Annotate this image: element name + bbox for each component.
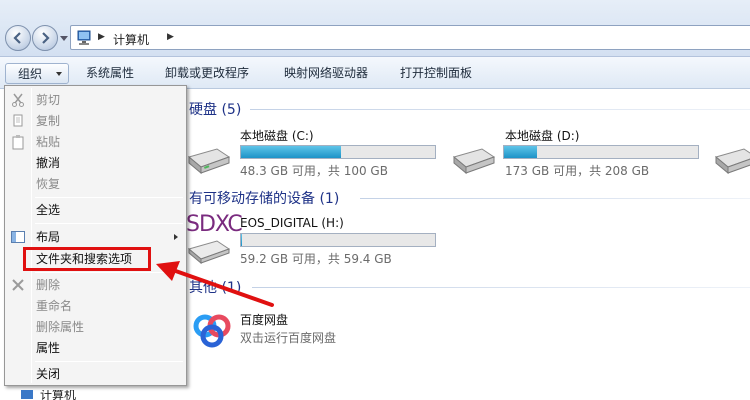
delete-x-icon: [12, 279, 24, 291]
menu-separator: [35, 197, 183, 198]
drive-usage-bar: [503, 145, 699, 159]
drive-usage-fill: [241, 234, 242, 246]
annotation-highlight-box: [23, 247, 151, 271]
breadcrumb-computer[interactable]: 计算机: [113, 31, 149, 48]
system-properties-button[interactable]: 系统属性: [84, 63, 136, 84]
group-header-hdd[interactable]: 硬盘 (5): [189, 99, 241, 119]
menu-item-layout[interactable]: 布局: [5, 227, 186, 247]
drive-usage-bar: [240, 145, 436, 159]
recent-pages-dropdown[interactable]: [60, 36, 68, 42]
group-divider-line: [252, 287, 750, 288]
chevron-down-icon: [56, 72, 62, 76]
menu-item-label: 全选: [36, 203, 61, 217]
menu-item-close[interactable]: 关闭: [5, 364, 186, 384]
organize-button[interactable]: 组织: [5, 63, 69, 84]
drive-usage-bar: [240, 233, 436, 247]
menu-item-label: 删除: [36, 278, 61, 292]
menu-item-label: 剪切: [36, 93, 61, 107]
copy-icon: [13, 114, 23, 127]
group-header-label: 有可移动存储的设备 (1): [189, 191, 340, 207]
hard-drive-icon[interactable]: [712, 145, 750, 175]
group-divider-line: [250, 109, 750, 110]
drive-free-space: 173 GB 可用，共 208 GB: [505, 164, 650, 178]
map-network-drive-button[interactable]: 映射网络驱动器: [282, 63, 370, 84]
layout-icon: [11, 231, 25, 243]
group-divider-line: [360, 198, 750, 199]
menu-item-copy[interactable]: 复制: [5, 111, 186, 131]
nav-tree-computer[interactable]: 计算机: [0, 390, 120, 400]
organize-label: 组织: [18, 67, 43, 81]
annotation-arrow-icon: [156, 261, 274, 307]
drive-name: 本地磁盘 (D:): [505, 129, 580, 143]
menu-item-remove-properties[interactable]: 删除属性: [5, 317, 186, 337]
drive-free-space: 48.3 GB 可用，共 100 GB: [240, 164, 388, 178]
drive-name: EOS_DIGITAL (H:): [240, 216, 344, 230]
nav-tree-label: 计算机: [40, 390, 77, 400]
back-button[interactable]: [5, 25, 31, 51]
address-bar-area: ▶ 计算机 ▶: [0, 0, 750, 57]
menu-item-label: 布局: [36, 230, 61, 244]
menu-item-label: 删除属性: [36, 320, 85, 334]
organize-menu: 剪切 复制 粘贴 撤消 恢复 全选 布局 文件夹和搜索选项 删除 重命名 删除属…: [4, 85, 187, 386]
menu-item-label: 属性: [36, 341, 61, 355]
menu-item-label: 复制: [36, 114, 61, 128]
app-description: 双击运行百度网盘: [240, 331, 337, 345]
uninstall-program-button[interactable]: 卸载或更改程序: [163, 63, 251, 84]
menu-item-undo[interactable]: 撤消: [5, 153, 186, 173]
open-control-panel-button[interactable]: 打开控制面板: [398, 63, 474, 84]
submenu-arrow-icon: [174, 234, 178, 240]
clipboard-icon: [12, 135, 24, 150]
menu-item-redo[interactable]: 恢复: [5, 174, 186, 194]
sdxc-logo: SDXC: [186, 212, 243, 237]
arrow-right-icon: [42, 32, 50, 44]
computer-icon: [21, 390, 33, 399]
drive-name: 本地磁盘 (C:): [240, 129, 314, 143]
breadcrumb-separator[interactable]: ▶: [98, 32, 105, 42]
hard-drive-icon: [452, 148, 496, 175]
scissors-icon: [12, 93, 24, 107]
menu-item-cut[interactable]: 剪切: [5, 90, 186, 110]
menu-item-paste[interactable]: 粘贴: [5, 132, 186, 152]
menu-item-select-all[interactable]: 全选: [5, 200, 186, 220]
drive-usage-fill: [504, 146, 537, 158]
menu-separator: [35, 361, 183, 362]
menu-item-label: 重命名: [36, 299, 73, 313]
hard-drive-icon: [187, 148, 231, 175]
menu-item-label: 粘贴: [36, 135, 61, 149]
menu-item-label: 关闭: [36, 367, 61, 381]
breadcrumb-separator[interactable]: ▶: [167, 32, 174, 42]
menu-separator: [35, 223, 183, 224]
address-field[interactable]: ▶ 计算机 ▶: [70, 25, 750, 50]
group-header-removable[interactable]: 有可移动存储的设备 (1): [189, 188, 339, 208]
forward-button[interactable]: [32, 25, 58, 51]
menu-item-label: 恢复: [36, 177, 61, 191]
group-header-label: 硬盘 (5): [189, 102, 242, 118]
computer-icon: [77, 30, 91, 45]
menu-item-label: 撤消: [36, 156, 61, 170]
menu-item-properties[interactable]: 属性: [5, 338, 186, 358]
arrow-left-icon: [13, 32, 21, 44]
drive-usage-fill: [241, 146, 342, 158]
